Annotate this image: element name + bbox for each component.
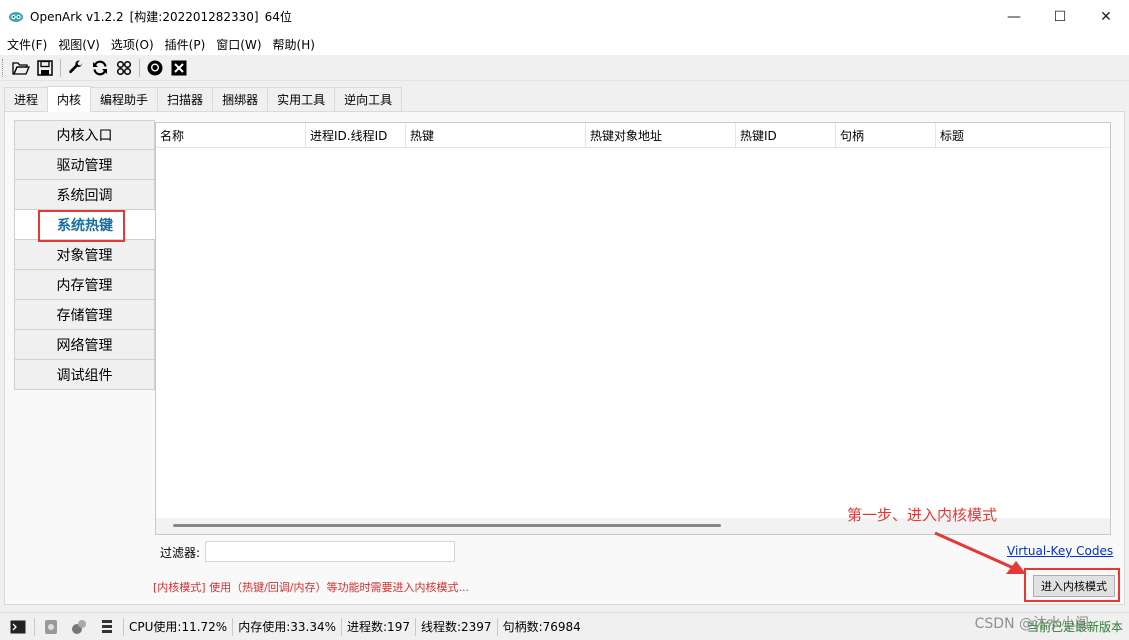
tab-process[interactable]: 进程 <box>4 87 49 111</box>
minimize-icon: — <box>1007 8 1021 25</box>
menu-view[interactable]: 视图(V) <box>55 36 108 53</box>
arch-info: 64位 <box>264 10 292 24</box>
nav-debug-components[interactable]: 调试组件 <box>14 360 155 390</box>
toolbar-separator <box>139 58 140 77</box>
stack-icon[interactable] <box>98 618 116 636</box>
close-button[interactable]: ✕ <box>1083 0 1129 33</box>
tab-utilities[interactable]: 实用工具 <box>267 87 336 111</box>
tools-icon[interactable] <box>70 618 88 636</box>
openark-window: OpenArk v1.2.2 [构建:202201282330] 64位 — ☐ ✕… <box>0 0 1129 640</box>
thread-count: 线程数:2397 <box>420 620 492 634</box>
column-header-handle[interactable]: 句柄 <box>836 123 936 148</box>
main-tabs: 进程 内核 编程助手 扫描器 捆绑器 实用工具 逆向工具 <box>4 86 403 112</box>
toolbar-separator <box>60 58 61 77</box>
save-icon[interactable] <box>35 58 55 78</box>
annotation-text: 第一步、进入内核模式 <box>847 506 998 524</box>
tab-scanner[interactable]: 扫描器 <box>157 87 214 111</box>
grid-icon[interactable] <box>114 58 134 78</box>
nav-object-manager[interactable]: 对象管理 <box>14 240 155 270</box>
menu-file[interactable]: 文件(F) <box>4 36 55 53</box>
openark-logo-icon <box>9 11 23 22</box>
nav-storage-manager[interactable]: 存储管理 <box>14 300 155 330</box>
menu-plugins[interactable]: 插件(P) <box>162 36 214 53</box>
tab-coder-kit[interactable]: 编程助手 <box>90 87 159 111</box>
toolbar-grip[interactable] <box>2 58 5 77</box>
console-icon[interactable] <box>9 618 27 636</box>
column-header-pid-tid[interactable]: 进程ID.线程ID <box>306 123 406 148</box>
kernel-nav: 内核入口 驱动管理 系统回调 系统热键 对象管理 内存管理 存储管理 网络管理 … <box>14 120 155 390</box>
open-folder-icon[interactable] <box>11 58 31 78</box>
nav-network-manager[interactable]: 网络管理 <box>14 330 155 360</box>
window-controls: — ☐ ✕ <box>991 0 1129 33</box>
maximize-icon: ☐ <box>1053 8 1067 25</box>
filter-input[interactable] <box>205 541 455 562</box>
column-header-name[interactable]: 名称 <box>156 123 306 148</box>
tab-bundler[interactable]: 捆绑器 <box>212 87 269 111</box>
column-header-hotkey[interactable]: 热键 <box>406 123 586 148</box>
table-header: 名称 进程ID.线程ID 热键 热键对象地址 热键ID 句柄 标题 <box>156 123 1110 148</box>
nav-system-callbacks[interactable]: 系统回调 <box>14 180 155 210</box>
handle-count: 句柄数:76984 <box>502 620 581 634</box>
column-header-hotkey-object[interactable]: 热键对象地址 <box>586 123 736 148</box>
memory-usage: 内存使用:33.34% <box>238 620 337 634</box>
maximize-button[interactable]: ☐ <box>1037 0 1083 33</box>
kernel-mode-warning: [内核模式] 使用（热键/回调/内存）等功能时需要进入内核模式... <box>153 581 469 594</box>
nav-kernel-entry[interactable]: 内核入口 <box>14 120 155 150</box>
process-count: 进程数:197 <box>347 620 410 634</box>
scrollbar-thumb[interactable] <box>173 524 721 527</box>
highlight-box-hotkeys <box>38 210 125 242</box>
title-bar[interactable]: OpenArk v1.2.2 [构建:202201282330] 64位 — ☐ ✕ <box>0 0 1129 33</box>
tab-reverse[interactable]: 逆向工具 <box>334 87 403 111</box>
cpu-usage: CPU使用:11.72% <box>129 620 228 634</box>
wrench-icon[interactable] <box>66 58 86 78</box>
minimize-button[interactable]: — <box>991 0 1037 33</box>
github-icon[interactable] <box>145 58 165 78</box>
app-name: OpenArk v1.2.2 <box>30 10 124 24</box>
close-icon: ✕ <box>1100 8 1112 25</box>
build-info: [构建:202201282330] <box>129 10 259 24</box>
nav-driver-manager[interactable]: 驱动管理 <box>14 150 155 180</box>
tab-kernel[interactable]: 内核 <box>47 86 92 112</box>
menu-bar: 文件(F) 视图(V) 选项(O) 插件(P) 窗口(W) 帮助(H) <box>0 33 1129 55</box>
filter-label: 过滤器: <box>160 546 201 560</box>
annotation-arrow <box>934 531 1026 574</box>
toolbar <box>0 55 1129 81</box>
close-box-icon[interactable] <box>169 58 189 78</box>
highlight-box-kernel-button <box>1024 568 1120 602</box>
column-header-hotkey-id[interactable]: 热键ID <box>736 123 836 148</box>
csdn-watermark: CSDN @沐水小阁 <box>974 616 1089 632</box>
settings-icon[interactable] <box>42 618 60 636</box>
menu-help[interactable]: 帮助(H) <box>270 36 323 53</box>
nav-memory-manager[interactable]: 内存管理 <box>14 270 155 300</box>
menu-options[interactable]: 选项(O) <box>108 36 162 53</box>
hotkey-table[interactable]: 名称 进程ID.线程ID 热键 热键对象地址 热键ID 句柄 标题 <box>155 122 1111 535</box>
menu-window[interactable]: 窗口(W) <box>213 36 269 53</box>
window-title: OpenArk v1.2.2 [构建:202201282330] 64位 <box>30 8 298 25</box>
refresh-icon[interactable] <box>90 58 110 78</box>
column-header-title[interactable]: 标题 <box>936 123 1110 148</box>
status-bar: CPU使用:11.72% 内存使用:33.34% 进程数:197 线程数:239… <box>0 612 1129 640</box>
